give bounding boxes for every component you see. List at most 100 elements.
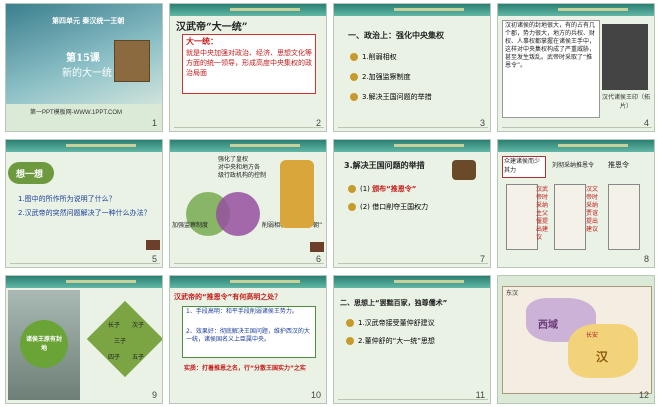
grid-cell: 次子: [132, 322, 145, 329]
map-label: 东汉: [506, 290, 519, 297]
question-2: 2.汉武帝的突然问题解决了一种什么办法？: [18, 209, 151, 217]
essence-text: 实质：打着推恩之名，行“分散王国实力”之实: [184, 365, 306, 372]
map-label: 西域: [538, 320, 558, 331]
slide-header: [334, 276, 490, 288]
venn-circle-right: [216, 192, 260, 236]
slide-header: [170, 276, 326, 288]
bullet-icon: [350, 73, 358, 81]
slide-number: 10: [310, 390, 321, 400]
slide-thumbnail-8[interactable]: 众建诸侯而少其力 刘彻采纳推恩令 推恩令 汉武帝时采纳主父偃提出建议 汉文帝时采…: [497, 139, 655, 268]
sub-note-2: 汉文帝时采纳贾谊提出建议: [586, 186, 599, 233]
slide-header: [6, 140, 162, 152]
slide-grid: 第四单元 秦汉统一王朝 第15课 新的大一统 第一PPT模板网-WWW.1PPT…: [0, 0, 660, 407]
slide-thumbnail-7[interactable]: 3.解决王国问题的举措 (1) 颁布“推恩令” (2) 借口削夺王国权力 7: [333, 139, 491, 268]
slide-number: 2: [315, 118, 321, 128]
slide-thumbnail-5[interactable]: 想一想 1.图中的所作所为说明了什么？ 2.汉武帝的突然问题解决了一种什么办法？…: [5, 139, 163, 268]
grid-cell: 五子: [132, 354, 145, 361]
bullet-icon: [348, 185, 356, 193]
emperor-figure: [280, 160, 314, 228]
bullet-icon: [346, 319, 354, 327]
figure-right: [608, 184, 640, 250]
slide-header: [170, 4, 326, 16]
slide-number: 4: [643, 118, 649, 128]
point-2: 2、效果好：彻底解决王国问题，维护西汉的大一统，诸侯国名义上臣属中央。: [186, 328, 310, 343]
label-top: 强化了皇权 对中央和地方各 级行政机构的控制: [218, 156, 267, 179]
grid-cell: 三子: [114, 338, 127, 345]
list-item: 3.解决王国问题的举措: [350, 92, 432, 102]
section-heading: 一、政治上：强化中央集权: [348, 31, 444, 40]
slide-header: [498, 140, 654, 152]
slide-number: 8: [643, 254, 649, 264]
center-label: 诸侯王原有封地: [25, 336, 62, 352]
slide-number: 12: [638, 390, 649, 400]
slide-thumbnail-1[interactable]: 第四单元 秦汉统一王朝 第15课 新的大一统 第一PPT模板网-WWW.1PPT…: [5, 3, 163, 132]
bullet-icon: [350, 93, 358, 101]
label-mid: 刘彻采纳推恩令: [552, 162, 595, 169]
slide-header: [334, 4, 490, 16]
map-label: 长安: [586, 332, 599, 339]
unit-label: 第四单元 秦汉统一王朝: [52, 17, 125, 25]
slide-number: 6: [315, 254, 321, 264]
slide-number: 11: [475, 390, 485, 400]
think-tag-label: 想一想: [16, 170, 44, 180]
list-item: 2.董仲舒的“大一统”思想: [346, 336, 435, 346]
label-left: 加强监察制度: [172, 222, 209, 229]
map-label: 汉: [596, 350, 609, 364]
sub-note-1: 汉武帝时采纳主父偃提出建议: [536, 186, 549, 241]
book-image: [114, 40, 150, 82]
slide-header: [498, 4, 654, 16]
point-1: 1、手段高明：和平手段削弱诸侯王势力。: [186, 308, 298, 315]
grid-cell: 长子: [108, 322, 121, 329]
slide-number: 1: [151, 118, 157, 128]
slide-number: 5: [151, 254, 157, 264]
bullet-icon: [348, 203, 356, 211]
slide-thumbnail-4[interactable]: 汉初诸侯的封地很大，有的占有几个郡，势力很大，地方的兵权、财权、人事权都掌握在诸…: [497, 3, 655, 132]
list-item: (1) 颁布“推恩令”: [348, 184, 416, 194]
footer-line: [338, 399, 488, 400]
list-item: 2.加强监察制度: [350, 72, 411, 82]
building-icon: [310, 242, 324, 252]
slide-title: 新的大一统: [62, 68, 112, 79]
slide-number: 7: [479, 254, 485, 264]
slide-header: [6, 276, 162, 288]
slide-title: 汉武帝的“推恩令”有何高明之处？: [174, 293, 282, 301]
lesson-label: 第15课: [66, 53, 100, 64]
slide-number: 3: [479, 118, 485, 128]
slide-thumbnail-6[interactable]: 强化了皇权 对中央和地方各 级行政机构的控制 加强监察制度 削弱相权，设立“中朝…: [169, 139, 327, 268]
decoration-image: [452, 160, 476, 180]
footer-line: [338, 127, 488, 128]
figure-left: [506, 184, 538, 250]
footer-line: [338, 263, 488, 264]
slide-number: 9: [151, 390, 157, 400]
slide-header: [334, 140, 490, 152]
slide-thumbnail-3[interactable]: 一、政治上：强化中央集权 1.削弱相权 2.加强监察制度 3.解决王国问题的举措…: [333, 3, 491, 132]
seal-image: [602, 24, 648, 90]
label-left: 众建诸侯而少其力: [504, 158, 541, 174]
definition-title: 大一统：: [186, 37, 218, 46]
grid-cell: 四子: [108, 354, 121, 361]
bullet-icon: [350, 53, 358, 61]
list-item: 1.汉武帝接受董仲舒建议: [346, 318, 435, 328]
slide-thumbnail-12[interactable]: 东汉 西域 长安 汉 12: [497, 275, 655, 404]
footer-line: [174, 263, 324, 264]
label-right: 推恩令: [608, 161, 629, 169]
figure-mid: [554, 184, 586, 250]
section-heading: 二、思想上“罢黜百家，独尊儒术”: [340, 299, 448, 307]
slide-thumbnail-2[interactable]: 汉武帝“大一统” 大一统： 就是中央加强对政治、经济、思想文化等方面的统一领导，…: [169, 3, 327, 132]
slide-thumbnail-11[interactable]: 二、思想上“罢黜百家，独尊儒术” 1.汉武帝接受董仲舒建议 2.董仲舒的“大一统…: [333, 275, 491, 404]
question-1: 1.图中的所作所为说明了什么？: [18, 195, 116, 203]
slide-thumbnail-9[interactable]: 诸侯王原有封地 长子 次子 三子 四子 五子 9: [5, 275, 163, 404]
list-item: 1.削弱相权: [350, 52, 397, 62]
footer-line: [174, 127, 324, 128]
definition-text: 就是中央加强对政治、经济、思想文化等方面的统一领导，形成高度中央集权的政治局面: [186, 49, 312, 77]
watermark: 第一PPT模板网-WWW.1PPT.COM: [30, 110, 122, 116]
slide-header: [170, 140, 326, 152]
slide-thumbnail-10[interactable]: 汉武帝的“推恩令”有何高明之处？ 1、手段高明：和平手段削弱诸侯王势力。 2、效…: [169, 275, 327, 404]
footer-line: [10, 263, 160, 264]
section-heading: 3.解决王国问题的举措: [344, 161, 425, 170]
list-item: (2) 借口削夺王国权力: [348, 202, 478, 212]
building-icon: [146, 240, 160, 250]
slide-title: 汉武帝“大一统”: [176, 22, 248, 33]
seal-caption: 汉代诸侯王印（拓片）: [601, 94, 650, 110]
panel-text: 汉初诸侯的封地很大，有的占有几个郡，势力很大，地方的兵权、财权、人事权都掌握在诸…: [505, 22, 596, 69]
